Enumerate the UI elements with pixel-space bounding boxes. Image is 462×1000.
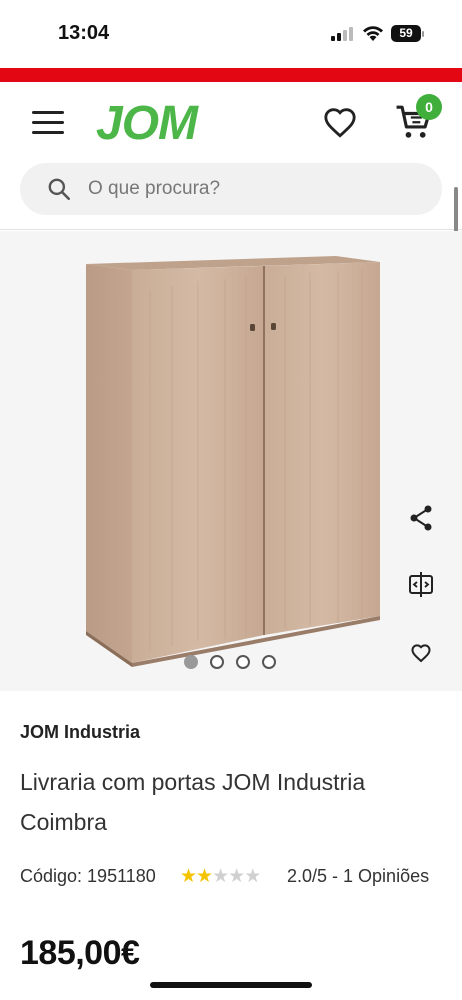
gallery-pagination (184, 655, 284, 671)
star-icon: ★ (228, 866, 245, 887)
battery-tip (422, 31, 424, 37)
product-price: 185,00€ (20, 934, 140, 972)
wishlist-heart-icon[interactable] (322, 106, 358, 140)
gallery-dot-2[interactable] (210, 655, 224, 669)
rating-summary[interactable]: 2.0/5 - 1 Opiniões (287, 866, 429, 887)
star-icon: ★ (212, 866, 229, 887)
search-icon (48, 178, 71, 201)
status-time: 13:04 (58, 22, 110, 44)
product-image-gallery[interactable] (0, 231, 462, 691)
rating-stars[interactable]: ★★★★★ (180, 865, 261, 888)
share-icon (410, 505, 432, 531)
search-input[interactable] (88, 163, 418, 215)
wooden-cabinet-image (86, 256, 380, 667)
product-code-rating-row: Código: 1951180 ★★★★★ 2.0/5 - 1 Opiniões (20, 866, 450, 890)
status-bar: 13:04 59 (0, 0, 462, 68)
add-to-wishlist-button[interactable] (399, 629, 443, 673)
gallery-dot-4[interactable] (262, 655, 276, 669)
product-code: Código: 1951180 (20, 866, 156, 886)
gallery-dot-1[interactable] (184, 655, 198, 669)
jom-logo[interactable]: JOM (96, 96, 198, 151)
gallery-dot-3[interactable] (236, 655, 250, 669)
product-brand[interactable]: JOM Industria (20, 722, 140, 743)
share-button[interactable] (399, 496, 443, 540)
promo-banner-strip[interactable] (0, 68, 462, 82)
product-title: Livraria com portas JOM Industria Coimbr… (20, 769, 366, 835)
signal-icon (331, 27, 355, 41)
compare-button[interactable] (399, 563, 443, 607)
star-icon: ★ (244, 866, 261, 887)
star-icon: ★ (196, 866, 213, 887)
compare-icon (409, 572, 433, 597)
cart-count-badge: 0 (416, 94, 442, 120)
battery-indicator: 59 (391, 25, 421, 42)
search-bar[interactable] (20, 163, 442, 215)
heart-icon (411, 644, 431, 663)
star-icon: ★ (180, 866, 197, 887)
wifi-icon (363, 26, 383, 41)
site-header: JOM 0 (0, 82, 462, 307)
hamburger-menu-icon[interactable] (32, 111, 64, 135)
home-indicator (150, 982, 312, 988)
